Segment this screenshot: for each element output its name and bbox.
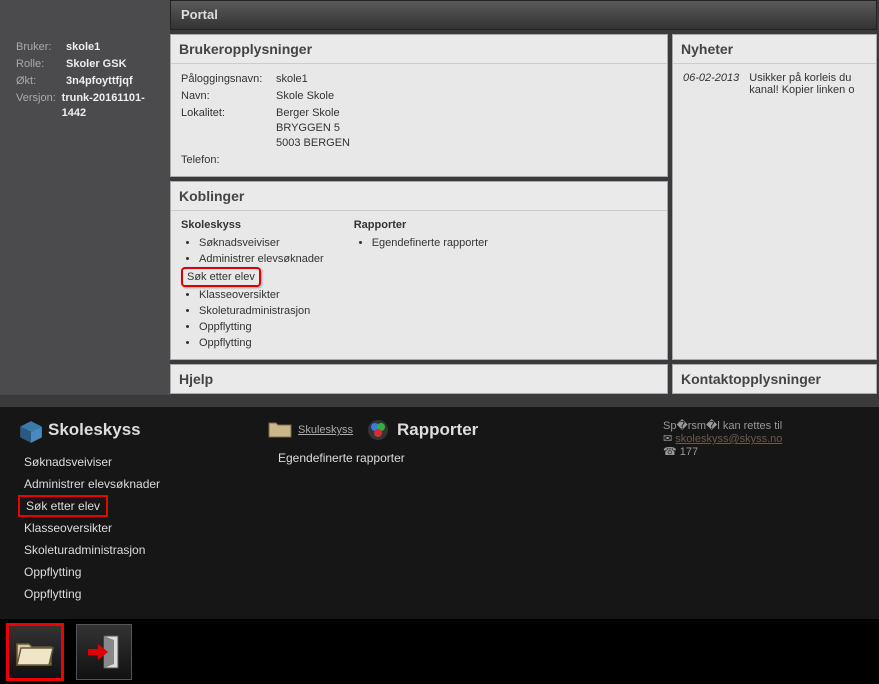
kontakt-panel: Kontaktopplysninger — [672, 364, 877, 394]
session-label: Versjon: — [16, 91, 62, 121]
session-label: Bruker: — [16, 40, 66, 55]
koblinger-link[interactable]: Oppflytting — [199, 319, 324, 335]
mail-icon: ✉ — [663, 433, 675, 445]
folder-open-icon — [15, 636, 55, 668]
start-menu-button[interactable] — [6, 623, 64, 681]
taskbar — [0, 619, 879, 684]
exit-button[interactable] — [76, 624, 132, 680]
portal-titlebar: Portal — [170, 0, 877, 30]
menu-item[interactable]: Søknadsveiviser — [18, 451, 238, 473]
field-value: 5003 BERGEN — [276, 136, 657, 151]
exit-door-icon — [84, 634, 124, 670]
koblinger-link[interactable]: Søknadsveiviser — [199, 235, 324, 251]
menu-item[interactable]: Klasseoversikter — [18, 517, 238, 539]
session-value: trunk-20161101-1442 — [62, 91, 160, 121]
start-menu-overlay: Skoleskyss SøknadsveiviserAdministrer el… — [0, 407, 879, 619]
koblinger-link[interactable]: Klasseoversikter — [199, 287, 324, 303]
ball-icon — [367, 419, 389, 441]
cube-icon — [18, 419, 40, 441]
panel-title: Koblinger — [171, 182, 667, 211]
field-value: BRYGGEN 5 — [276, 121, 657, 136]
koblinger-col-header: Rapporter — [354, 219, 488, 231]
kontakt-phone: 177 — [663, 445, 863, 458]
panel-title: Hjelp — [171, 365, 667, 393]
skuleskyss-link[interactable]: Skuleskyss — [298, 424, 353, 436]
menu-section-title: Skoleskyss — [48, 420, 141, 440]
menu-item[interactable]: Oppflytting — [18, 561, 238, 583]
field-value — [276, 153, 657, 168]
field-label: Telefon: — [181, 153, 276, 168]
field-value: Berger Skole — [276, 106, 657, 121]
koblinger-link[interactable]: Søk etter elev — [181, 267, 324, 287]
news-text: Usikker på korleis du kanal! Kopier link… — [749, 72, 866, 96]
menu-item[interactable]: Søk etter elev — [18, 495, 108, 517]
news-date: 06-02-2013 — [683, 72, 739, 96]
koblinger-link[interactable]: Skoleturadministrasjon — [199, 303, 324, 319]
session-label: Rolle: — [16, 57, 66, 72]
session-value: skole1 — [66, 40, 100, 55]
field-label: Påloggingsnavn: — [181, 72, 276, 87]
menu-section-title: Rapporter — [397, 420, 478, 440]
session-value: 3n4pfoyttfjqf — [66, 74, 133, 89]
menu-item[interactable]: Oppflytting — [18, 583, 238, 605]
panel-title: Kontaktopplysninger — [673, 365, 876, 393]
menu-item[interactable]: Skoleturadministrasjon — [18, 539, 238, 561]
koblinger-link[interactable]: Administrer elevsøknader — [199, 251, 324, 267]
portal-title: Portal — [181, 7, 218, 22]
menu-item[interactable]: Egendefinerte rapporter — [268, 451, 478, 465]
content-area: Brukeropplysninger Påloggingsnavn: skole… — [170, 34, 877, 394]
user-info-panel: Brukeropplysninger Påloggingsnavn: skole… — [170, 34, 668, 177]
hjelp-panel: Hjelp — [170, 364, 668, 394]
field-label: Navn: — [181, 89, 276, 104]
panel-title: Nyheter — [673, 35, 876, 64]
koblinger-link[interactable]: Oppflytting — [199, 335, 324, 351]
field-value: skole1 — [276, 72, 657, 87]
koblinger-col-header: Skoleskyss — [181, 219, 324, 231]
session-value: Skoler GSK — [66, 57, 127, 72]
field-value: Skole Skole — [276, 89, 657, 104]
field-label: Lokalitet: — [181, 106, 276, 151]
kontakt-email-link[interactable]: skoleskyss@skyss.no — [675, 433, 782, 445]
koblinger-link[interactable]: Egendefinerte rapporter — [372, 235, 488, 251]
folder-icon — [268, 419, 290, 441]
kontakt-text: Sp�rsm�l kan rettes til — [663, 419, 863, 432]
nyheter-panel: Nyheter 06-02-2013 Usikker på korleis du… — [672, 34, 877, 360]
menu-item[interactable]: Administrer elevsøknader — [18, 473, 238, 495]
session-label: Økt: — [16, 74, 66, 89]
koblinger-panel: Koblinger Skoleskyss SøknadsveiviserAdmi… — [170, 181, 668, 360]
session-sidebar: Bruker:skole1 Rolle:Skoler GSK Økt:3n4pf… — [0, 0, 170, 395]
panel-title: Brukeropplysninger — [171, 35, 667, 64]
